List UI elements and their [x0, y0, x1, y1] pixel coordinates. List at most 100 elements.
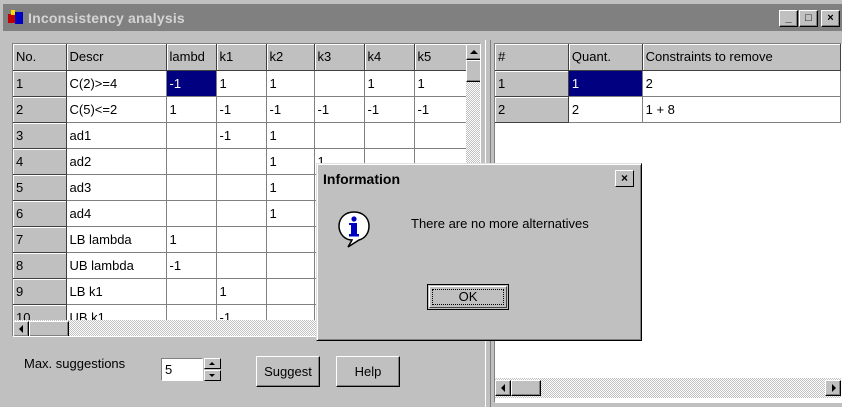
- table-row[interactable]: 2 C(5)<=2 1 -1 -1 -1 -1 -1: [13, 96, 467, 123]
- arrow-up-icon: [470, 50, 478, 54]
- row-header[interactable]: 8: [13, 252, 67, 279]
- column-header[interactable]: k3: [314, 44, 365, 71]
- ok-button[interactable]: OK: [427, 284, 509, 310]
- spin-down-button[interactable]: [204, 370, 221, 381]
- max-suggestions-spinner[interactable]: [204, 358, 221, 381]
- table-cell[interactable]: [166, 122, 217, 149]
- table-cell[interactable]: [216, 174, 267, 201]
- column-header[interactable]: k5: [414, 44, 467, 71]
- table-cell[interactable]: -1: [414, 96, 467, 123]
- table-cell[interactable]: UB lambda: [66, 252, 167, 279]
- table-cell[interactable]: ad1: [66, 122, 167, 149]
- row-header[interactable]: 7: [13, 226, 67, 253]
- table-cell[interactable]: 1: [266, 122, 315, 149]
- row-header[interactable]: 3: [13, 122, 67, 149]
- table-cell[interactable]: 1: [266, 70, 315, 97]
- row-header[interactable]: 6: [13, 200, 67, 227]
- column-header[interactable]: Quant.: [568, 44, 643, 71]
- row-header[interactable]: 2: [13, 96, 67, 123]
- max-suggestions-input[interactable]: 5: [161, 358, 203, 381]
- table-cell[interactable]: 1: [364, 70, 415, 97]
- table-cell[interactable]: -1: [314, 96, 365, 123]
- table-cell[interactable]: -1: [266, 96, 315, 123]
- column-header[interactable]: k1: [216, 44, 267, 71]
- table-cell[interactable]: 1: [266, 148, 315, 175]
- suggest-button[interactable]: Suggest: [256, 356, 320, 387]
- table-cell[interactable]: 1: [216, 278, 267, 305]
- table-cell[interactable]: C(2)>=4: [66, 70, 167, 97]
- table-cell[interactable]: 1: [266, 174, 315, 201]
- table-cell[interactable]: [216, 148, 267, 175]
- max-suggestions-label: Max. suggestions: [24, 356, 126, 371]
- table-cell[interactable]: [314, 122, 365, 149]
- table-cell[interactable]: -1: [364, 96, 415, 123]
- column-header[interactable]: k4: [364, 44, 415, 71]
- table-cell[interactable]: ad3: [66, 174, 167, 201]
- table-cell[interactable]: [216, 252, 267, 279]
- table-row[interactable]: 1 C(2)>=4 -1 1 1 1 1: [13, 70, 467, 97]
- table-cell[interactable]: C(5)<=2: [66, 96, 167, 123]
- column-header[interactable]: lambd: [166, 44, 217, 71]
- table-row[interactable]: 221 + 8: [495, 96, 841, 123]
- row-header[interactable]: 1: [13, 70, 67, 97]
- help-button[interactable]: Help: [336, 356, 400, 387]
- table-cell[interactable]: 1: [414, 70, 467, 97]
- table-cell[interactable]: 2: [642, 70, 841, 97]
- table-cell[interactable]: [216, 226, 267, 253]
- table-cell[interactable]: [166, 174, 217, 201]
- row-header[interactable]: 4: [13, 148, 67, 175]
- row-header[interactable]: 2: [495, 96, 569, 123]
- suggestions-horizontal-scrollbar[interactable]: [495, 378, 841, 398]
- table-cell[interactable]: -1: [166, 70, 217, 97]
- scroll-up-button[interactable]: [466, 44, 480, 60]
- column-header[interactable]: k2: [266, 44, 315, 71]
- table-cell[interactable]: [266, 226, 315, 253]
- column-header[interactable]: Constraints to remove: [642, 44, 841, 71]
- table-cell[interactable]: [166, 200, 217, 227]
- table-cell[interactable]: [314, 70, 365, 97]
- table-cell[interactable]: [166, 148, 217, 175]
- table-cell[interactable]: -1: [216, 96, 267, 123]
- table-cell[interactable]: 1: [166, 226, 217, 253]
- row-header[interactable]: 9: [13, 278, 67, 305]
- scroll-left-button[interactable]: [495, 380, 511, 396]
- column-header[interactable]: Descr: [66, 44, 167, 71]
- table-cell[interactable]: -1: [216, 122, 267, 149]
- table-cell[interactable]: 2: [568, 96, 643, 123]
- row-header[interactable]: 5: [13, 174, 67, 201]
- table-cell[interactable]: [364, 122, 415, 149]
- table-cell[interactable]: LB lambda: [66, 226, 167, 253]
- dialog-titlebar[interactable]: Information ×: [320, 167, 638, 191]
- table-cell[interactable]: ad4: [66, 200, 167, 227]
- table-row[interactable]: 112: [495, 70, 841, 97]
- maximize-button[interactable]: □: [799, 10, 818, 27]
- table-row[interactable]: 3 ad1 -1 1: [13, 122, 467, 149]
- scroll-thumb[interactable]: [466, 60, 480, 82]
- column-header[interactable]: No.: [13, 44, 67, 71]
- table-cell[interactable]: 1 + 8: [642, 96, 841, 123]
- scroll-left-button[interactable]: [13, 321, 29, 336]
- table-cell[interactable]: [216, 200, 267, 227]
- table-cell[interactable]: 1: [166, 96, 217, 123]
- table-cell[interactable]: [266, 252, 315, 279]
- table-cell[interactable]: [266, 278, 315, 305]
- table-cell[interactable]: 1: [266, 200, 315, 227]
- close-icon: ×: [620, 171, 628, 185]
- close-button[interactable]: ×: [821, 10, 840, 27]
- table-cell[interactable]: 1: [216, 70, 267, 97]
- scroll-thumb[interactable]: [29, 321, 69, 336]
- spin-up-button[interactable]: [204, 358, 221, 369]
- minimize-button[interactable]: _: [779, 10, 798, 27]
- table-cell[interactable]: 1: [568, 70, 643, 97]
- scroll-thumb[interactable]: [511, 380, 541, 396]
- table-cell[interactable]: -1: [166, 252, 217, 279]
- window-titlebar[interactable]: Inconsistency analysis _ □ ×: [3, 4, 842, 31]
- dialog-close-button[interactable]: ×: [615, 170, 634, 187]
- table-cell[interactable]: ad2: [66, 148, 167, 175]
- row-header[interactable]: 1: [495, 70, 569, 97]
- column-header[interactable]: #: [495, 44, 569, 71]
- scroll-right-button[interactable]: [825, 380, 841, 396]
- table-cell[interactable]: [414, 122, 467, 149]
- table-cell[interactable]: LB k1: [66, 278, 167, 305]
- table-cell[interactable]: [166, 278, 217, 305]
